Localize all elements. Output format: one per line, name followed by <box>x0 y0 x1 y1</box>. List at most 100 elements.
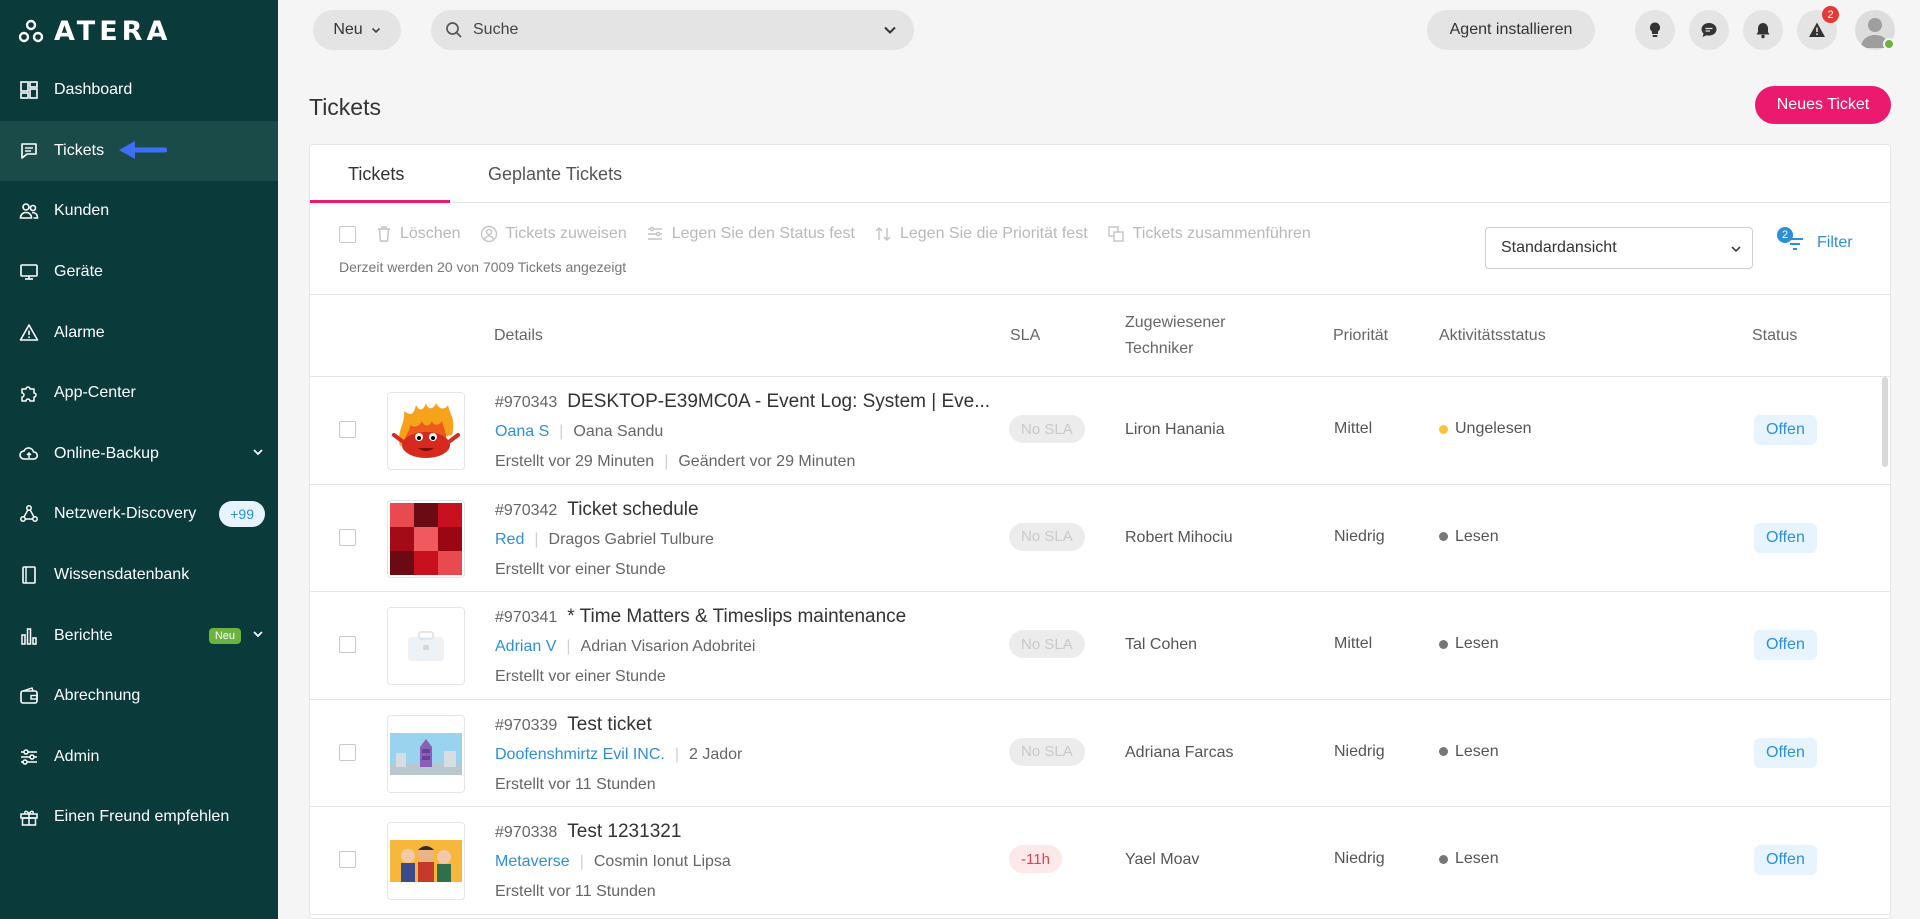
separator: | <box>534 530 539 548</box>
status-badge[interactable]: Offen <box>1754 415 1817 445</box>
online-status-dot <box>1883 38 1895 50</box>
ticket-priority[interactable]: Mittel <box>1334 420 1372 438</box>
page-title: Tickets <box>309 94 381 120</box>
status-badge[interactable]: Offen <box>1754 845 1817 876</box>
chevron-down-icon[interactable] <box>882 22 898 38</box>
view-select[interactable]: Standardansicht <box>1485 227 1753 269</box>
ticket-title[interactable]: Test 1231321 <box>567 821 681 843</box>
merge-tickets-button[interactable]: Tickets zusammenführen <box>1107 225 1311 243</box>
sidebar-item-abrechnung[interactable]: Abrechnung <box>0 666 278 727</box>
column-activity-status[interactable]: Aktivitätsstatus <box>1439 295 1546 377</box>
user-circle-icon <box>480 225 497 243</box>
assigned-tech[interactable]: Robert Mihociu <box>1125 529 1233 547</box>
row-checkbox[interactable] <box>339 743 356 761</box>
column-priority[interactable]: Priorität <box>1333 295 1388 377</box>
tips-button[interactable] <box>1635 10 1675 50</box>
row-checkbox[interactable] <box>339 636 356 654</box>
delete-button[interactable]: Löschen <box>376 225 461 243</box>
ticket-customer-link[interactable]: Red <box>495 531 524 549</box>
ticket-priority[interactable]: Niedrig <box>1334 528 1385 546</box>
ticket-title[interactable]: * Time Matters & Timeslips maintenance <box>567 606 906 628</box>
status-badge[interactable]: Offen <box>1754 630 1817 661</box>
sidebar-item-label: Alarme <box>54 323 105 341</box>
filter-button[interactable]: 2 Filter <box>1777 227 1853 255</box>
activity-status: Ungelesen <box>1439 420 1532 438</box>
column-status[interactable]: Status <box>1752 295 1797 377</box>
row-checkbox[interactable] <box>339 421 356 438</box>
ticket-title[interactable]: Test ticket <box>567 714 651 736</box>
tab-tickets[interactable]: Tickets <box>348 145 404 203</box>
scrollbar[interactable] <box>1882 377 1888 467</box>
ticket-priority[interactable]: Niedrig <box>1334 743 1385 761</box>
assigned-tech[interactable]: Liron Hanania <box>1125 421 1225 439</box>
activity-status: Lesen <box>1439 635 1499 653</box>
ticket-customer-link[interactable]: Metaverse <box>495 853 570 871</box>
sidebar-item-netzwerk-discovery[interactable]: Netzwerk-Discovery +99 <box>0 484 278 545</box>
ticket-count-text: Derzeit werden 20 von 7009 Tickets angez… <box>339 259 627 275</box>
ticket-priority[interactable]: Niedrig <box>1334 850 1385 868</box>
assigned-tech[interactable]: Adriana Farcas <box>1125 744 1234 762</box>
sla-badge: No SLA <box>1009 415 1085 443</box>
search-input[interactable]: Suche <box>431 10 914 50</box>
set-status-button[interactable]: Legen Sie den Status fest <box>646 225 855 243</box>
row-checkbox[interactable] <box>339 851 356 869</box>
delete-label: Löschen <box>400 225 461 242</box>
sidebar-item-kunden[interactable]: Kunden <box>0 181 278 242</box>
ticket-customer-link[interactable]: Oana S <box>495 423 549 441</box>
column-sla[interactable]: SLA <box>1010 295 1040 377</box>
install-agent-button[interactable]: Agent installieren <box>1427 10 1595 50</box>
sidebar-item-freund-empfehlen[interactable]: Einen Freund empfehlen <box>0 787 278 848</box>
ticket-list: #970343 DESKTOP-E39MC0A - Event Log: Sys… <box>310 377 1890 915</box>
ticket-thumbnail <box>387 822 465 901</box>
table-row[interactable]: #970338 Test 1231321 Metaverse | Cosmin … <box>310 807 1890 915</box>
ticket-created: Erstellt vor einer Stunde <box>495 668 666 686</box>
chat-button[interactable] <box>1689 10 1729 50</box>
sidebar-item-wissensdatenbank[interactable]: Wissensdatenbank <box>0 545 278 606</box>
sidebar-item-label: Wissensdatenbank <box>54 566 190 584</box>
sidebar-item-online-backup[interactable]: Online-Backup <box>0 424 278 485</box>
ticket-customer-link[interactable]: Adrian V <box>495 638 556 656</box>
ticket-thumbnail <box>387 607 465 686</box>
assign-tickets-button[interactable]: Tickets zuweisen <box>480 225 627 243</box>
activity-status-label: Lesen <box>1455 527 1499 545</box>
activity-status-label: Ungelesen <box>1455 420 1532 437</box>
chevron-down-icon[interactable] <box>252 445 264 463</box>
select-all-checkbox[interactable] <box>339 225 356 243</box>
table-row[interactable]: #970341 * Time Matters & Timeslips maint… <box>310 592 1890 700</box>
cloud-icon <box>18 443 40 465</box>
tab-scheduled-tickets[interactable]: Geplante Tickets <box>488 145 622 203</box>
sidebar-item-app-center[interactable]: App-Center <box>0 363 278 424</box>
alerts-button[interactable]: 2 <box>1797 6 1839 50</box>
new-tag: Neu <box>208 627 241 644</box>
sidebar-item-geraete[interactable]: Geräte <box>0 242 278 303</box>
notifications-button[interactable] <box>1743 10 1783 50</box>
sidebar-item-label: Einen Freund empfehlen <box>54 808 230 826</box>
atera-logo[interactable]: ATERA <box>18 16 171 47</box>
chevron-down-icon[interactable] <box>252 627 264 645</box>
assigned-tech[interactable]: Yael Moav <box>1125 851 1199 869</box>
row-checkbox[interactable] <box>339 528 356 546</box>
column-assigned-tech[interactable]: Zugewiesener Techniker <box>1125 295 1226 377</box>
status-badge[interactable]: Offen <box>1754 737 1817 768</box>
ticket-title[interactable]: Ticket schedule <box>567 499 698 521</box>
sidebar-item-dashboard[interactable]: Dashboard <box>0 60 278 121</box>
sidebar: ATERA Dashboard Tickets Kunden Geräte Al… <box>0 0 278 919</box>
sidebar-item-berichte[interactable]: Berichte Neu <box>0 605 278 666</box>
column-details[interactable]: Details <box>494 295 543 377</box>
sidebar-item-admin[interactable]: Admin <box>0 727 278 788</box>
ticket-customer-link[interactable]: Doofenshmirtz Evil INC. <box>495 746 665 764</box>
new-ticket-button[interactable]: Neues Ticket <box>1755 86 1891 124</box>
sidebar-item-alarme[interactable]: Alarme <box>0 302 278 363</box>
table-row[interactable]: #970343 DESKTOP-E39MC0A - Event Log: Sys… <box>310 377 1890 485</box>
ticket-title[interactable]: DESKTOP-E39MC0A - Event Log: System | Ev… <box>567 391 990 413</box>
table-row[interactable]: #970339 Test ticket Doofenshmirtz Evil I… <box>310 700 1890 808</box>
ticket-priority[interactable]: Mittel <box>1334 635 1372 653</box>
bell-icon <box>1756 23 1770 39</box>
status-badge[interactable]: Offen <box>1754 522 1817 553</box>
table-row[interactable]: #970342 Ticket schedule Red | Dragos Gab… <box>310 485 1890 593</box>
ticket-id: #970342 <box>495 501 558 519</box>
set-priority-button[interactable]: Legen Sie die Priorität fest <box>874 225 1088 243</box>
assigned-tech[interactable]: Tal Cohen <box>1125 636 1197 654</box>
new-menu-button[interactable]: Neu <box>313 10 401 50</box>
search-icon <box>446 22 462 38</box>
